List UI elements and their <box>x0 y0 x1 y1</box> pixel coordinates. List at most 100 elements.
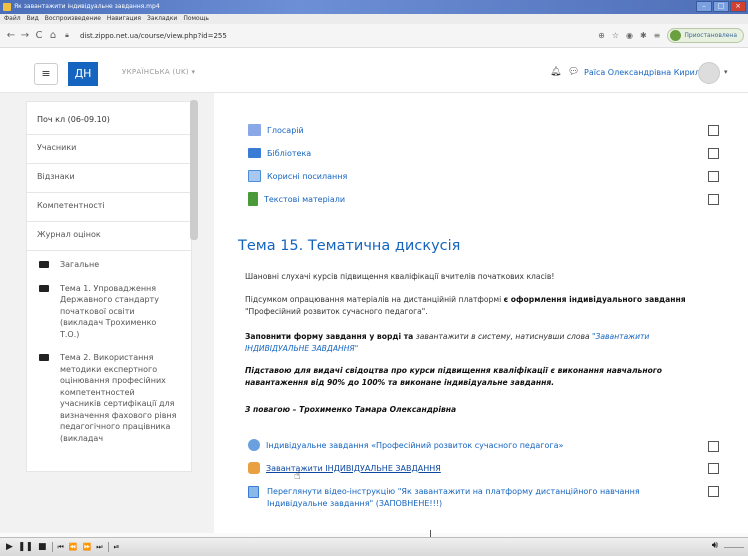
menu-file[interactable]: Файл <box>4 14 21 24</box>
drawer-section-topic-1[interactable]: Тема 1. Упровадження Державного стандарт… <box>27 275 191 345</box>
completion-checkbox[interactable] <box>708 171 719 182</box>
folder-icon <box>39 354 49 361</box>
stop-icon[interactable]: ■ <box>38 542 47 552</box>
upload-icon <box>248 462 260 474</box>
frame-step-icon[interactable]: ⏯ <box>114 543 120 552</box>
home-icon[interactable]: ⌂ <box>46 30 60 41</box>
folder-icon <box>39 261 49 268</box>
book-icon <box>248 192 258 206</box>
menu-navigation[interactable]: Навигация <box>107 14 141 24</box>
drawer-section-topic-2[interactable]: Тема 2. Використання методики експертног… <box>27 344 191 471</box>
messages-icon[interactable]: 💬︎ <box>568 67 579 77</box>
profile-avatar-icon <box>670 30 682 41</box>
activity-label: Переглянути відео-інструкцію "Як заванта… <box>267 487 640 508</box>
drawer-item-badges[interactable]: Відзнаки <box>27 164 191 193</box>
menu-playback[interactable]: Воспроизведение <box>45 14 101 24</box>
activity-video-instruction[interactable]: Переглянути відео-інструкцію "Як заванта… <box>248 486 688 510</box>
completion-checkbox[interactable] <box>708 486 719 497</box>
star-icon[interactable]: ☆ <box>612 31 619 40</box>
extension-icon[interactable]: ◉ <box>626 31 633 40</box>
completion-checkbox[interactable] <box>708 463 719 474</box>
drawer-toggle-button[interactable]: ≡ <box>34 63 58 85</box>
glossary-icon <box>248 124 261 136</box>
activity-library[interactable]: Бібліотека <box>248 148 311 158</box>
topic-signature: З повагою – Трохименко Тамара Олександрі… <box>245 405 457 414</box>
forward-icon[interactable]: → <box>18 30 32 41</box>
menu-view[interactable]: Вид <box>27 14 39 24</box>
user-avatar[interactable] <box>698 62 720 84</box>
user-menu-caret-icon[interactable]: ▾ <box>724 68 728 76</box>
activity-label: Бібліотека <box>267 148 312 158</box>
profile-paused-button[interactable]: Приостановлена <box>667 28 744 43</box>
vlc-cone-icon <box>3 3 11 11</box>
volume-icon[interactable]: 🔊︎ <box>712 540 718 551</box>
volume-slider[interactable] <box>724 547 744 548</box>
activity-label: Глосарій <box>267 125 304 135</box>
player-controls: ▶ ❚❚ ■ ⏮ ⏪ ⏩ ⏭ ⏯ <box>0 537 748 556</box>
separator <box>107 542 109 552</box>
maximize-icon[interactable]: □ <box>713 1 729 12</box>
notifications-icon[interactable]: 🔔︎ <box>550 67 561 77</box>
activity-useful-links[interactable]: Корисні посилання <box>248 170 347 182</box>
activity-label: Завантажити ІНДИВІДУАЛЬНЕ ЗАВДАННЯ <box>266 463 441 473</box>
rewind-icon[interactable]: ⏪ <box>69 543 78 551</box>
user-name[interactable]: Раїса Олександрівна Кирилюк <box>584 68 712 77</box>
reading-list-icon[interactable]: ≡ <box>654 31 661 40</box>
activity-glossary[interactable]: Глосарій <box>248 124 304 136</box>
window-controls: – □ × <box>696 1 746 12</box>
topic-title: Тема 15. Тематична дискусія <box>238 238 461 254</box>
page-icon <box>248 486 259 498</box>
drawer-section-label: Тема 1. Упровадження Державного стандарт… <box>60 283 159 339</box>
topic-paragraph-instructions: Заповнити форму завдання у ворді та зава… <box>245 332 650 353</box>
activity-label: Індивідуальне завдання «Професійний розв… <box>266 440 564 450</box>
drawer-section-label: Тема 2. Використання методики експертног… <box>60 353 177 443</box>
drawer-section-label: Загальне <box>60 260 100 269</box>
menu-bookmarks[interactable]: Закладки <box>147 14 177 24</box>
completion-checkbox[interactable] <box>708 441 719 452</box>
back-icon[interactable]: ← <box>4 30 18 41</box>
completion-checkbox[interactable] <box>708 125 719 136</box>
nav-drawer-list: Поч кл (06-09.10) Учасники Відзнаки Комп… <box>26 101 192 472</box>
window-title: Як завантажити індивідуальне завдання.mp… <box>14 3 160 10</box>
activity-upload-assignment[interactable]: Завантажити ІНДИВІДУАЛЬНЕ ЗАВДАННЯ <box>248 462 441 474</box>
drawer-section-general[interactable]: Загальне <box>27 251 191 275</box>
puzzle-icon[interactable]: ✱ <box>640 31 647 40</box>
lock-icon: 🔒︎ <box>65 31 69 39</box>
drawer-scrollbar[interactable] <box>190 100 198 240</box>
play-icon[interactable]: ▶ <box>6 542 13 552</box>
language-menu[interactable]: УКРАЇНСЬКА (UK) ▾ <box>122 68 195 76</box>
drawer-item-competencies[interactable]: Компетентності <box>27 193 191 222</box>
completion-checkbox[interactable] <box>708 194 719 205</box>
forum-icon <box>248 439 260 451</box>
drawer-item-grades[interactable]: Журнал оцінок <box>27 222 191 251</box>
menu-help[interactable]: Помощь <box>183 14 209 24</box>
reload-icon[interactable]: C <box>32 30 46 41</box>
topic-greeting: Шановні слухачі курсів підвищення кваліф… <box>245 272 555 281</box>
close-icon[interactable]: × <box>730 1 746 12</box>
fast-forward-icon[interactable]: ⏩ <box>83 543 92 551</box>
next-icon[interactable]: ⏭ <box>96 543 102 552</box>
zoom-icon[interactable]: ⊕ <box>598 31 605 40</box>
site-logo[interactable]: ДН <box>68 62 98 86</box>
address-input[interactable]: dist.zippo.net.ua/course/view.php?id=255 <box>80 32 227 40</box>
drawer-item-participants[interactable]: Учасники <box>27 135 191 164</box>
topic-paragraph-certificate: Підставою для видачі свідоцтва про курси… <box>245 366 662 387</box>
topic-paragraph-summary: Підсумком опрацювання матеріалів на дист… <box>245 295 686 316</box>
completion-checkbox[interactable] <box>708 148 719 159</box>
link-page-icon <box>248 170 261 182</box>
hand-cursor-icon: ☝ <box>294 469 301 482</box>
separator <box>51 542 53 552</box>
activity-individual-task-forum[interactable]: Індивідуальне завдання «Професійний розв… <box>248 439 563 451</box>
browser-toolbar: ← → C ⌂ 🔒︎ dist.zippo.net.ua/course/view… <box>0 24 748 48</box>
player-menu-bar: Файл Вид Воспроизведение Навигация Закла… <box>0 14 748 24</box>
pause-icon[interactable]: ❚❚ <box>18 542 33 552</box>
activity-label: Текстові матеріали <box>264 194 346 204</box>
paused-label: Приостановлена <box>684 32 737 39</box>
activity-label: Корисні посилання <box>267 171 348 181</box>
activity-text-materials[interactable]: Текстові матеріали <box>248 192 345 206</box>
drawer-item-course[interactable]: Поч кл (06-09.10) <box>27 102 191 135</box>
window-title-bar: Як завантажити індивідуальне завдання.mp… <box>0 0 748 14</box>
previous-icon[interactable]: ⏮ <box>58 543 64 552</box>
minimize-icon[interactable]: – <box>696 1 712 12</box>
folder-icon <box>248 148 261 158</box>
